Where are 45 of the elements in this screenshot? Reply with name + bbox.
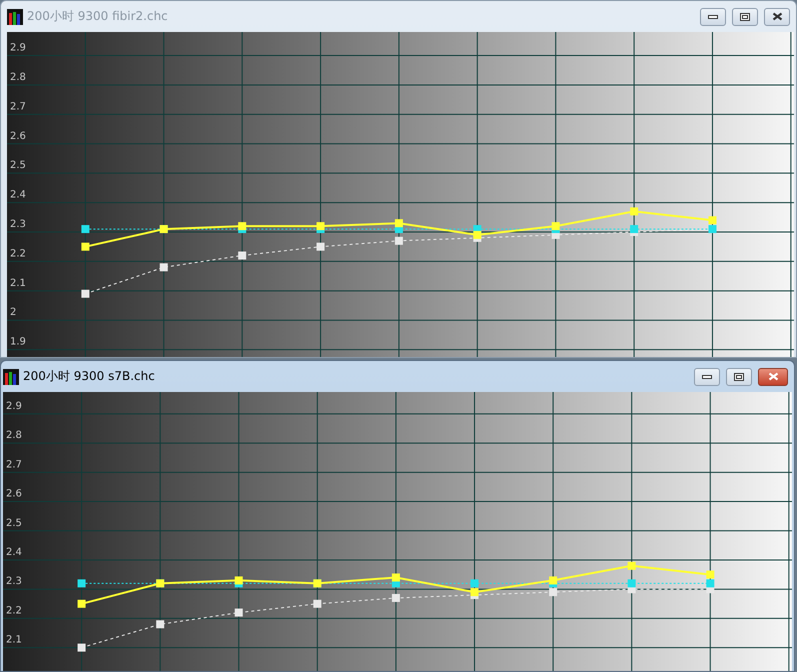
minimize-icon [702,374,712,378]
minimize-icon [708,14,718,18]
y-tick-label: 2.9 [10,42,26,54]
y-tick-label: 2.9 [6,400,22,412]
y-tick-label: 1.9 [10,336,26,348]
close-button[interactable] [764,8,790,26]
maximize-icon [734,372,744,380]
maximize-icon [740,12,750,20]
bars-icon [7,8,23,24]
data-point [470,588,479,596]
y-tick-label: 2.2 [6,605,22,616]
y-tick-label: 2.5 [6,518,22,529]
close-button[interactable] [758,368,788,386]
y-tick-label: 2.6 [6,488,22,500]
data-point [78,644,86,652]
data-point [552,222,560,230]
y-tick-label: 2.6 [10,130,26,142]
data-point [238,222,246,230]
maximize-button[interactable] [732,8,758,26]
y-tick-label: 2.4 [6,546,22,558]
window-title: 200小时 9300 s7B.chc [23,368,156,385]
y-tick-label: 2.7 [6,459,22,470]
y-tick-label: 2.1 [6,634,22,646]
y-tick-label: 2.5 [10,160,26,172]
y-tick-label: 2.4 [10,190,26,201]
data-point [238,252,246,260]
y-tick-label: 2.8 [6,430,22,442]
data-point [630,225,638,234]
close-icon [768,372,778,381]
y-tick-label: 2.2 [10,248,26,260]
close-icon [772,12,782,21]
y-tick-label: 2.3 [6,576,22,588]
minimize-button[interactable] [694,368,720,386]
y-tick-label: 2.8 [10,72,26,83]
window-title: 200小时 9300 fibir2.chc [27,8,169,25]
y-tick-label: 2.7 [10,101,26,112]
maximize-button[interactable] [726,368,752,386]
data-point [316,222,325,230]
y-tick-label: 2.1 [10,278,26,289]
y-tick-label: 2.3 [10,219,26,230]
bars-icon [3,368,19,384]
minimize-button[interactable] [700,8,726,26]
data-point [316,242,325,251]
data-point [549,588,558,596]
y-tick-label: 2 [10,307,16,318]
